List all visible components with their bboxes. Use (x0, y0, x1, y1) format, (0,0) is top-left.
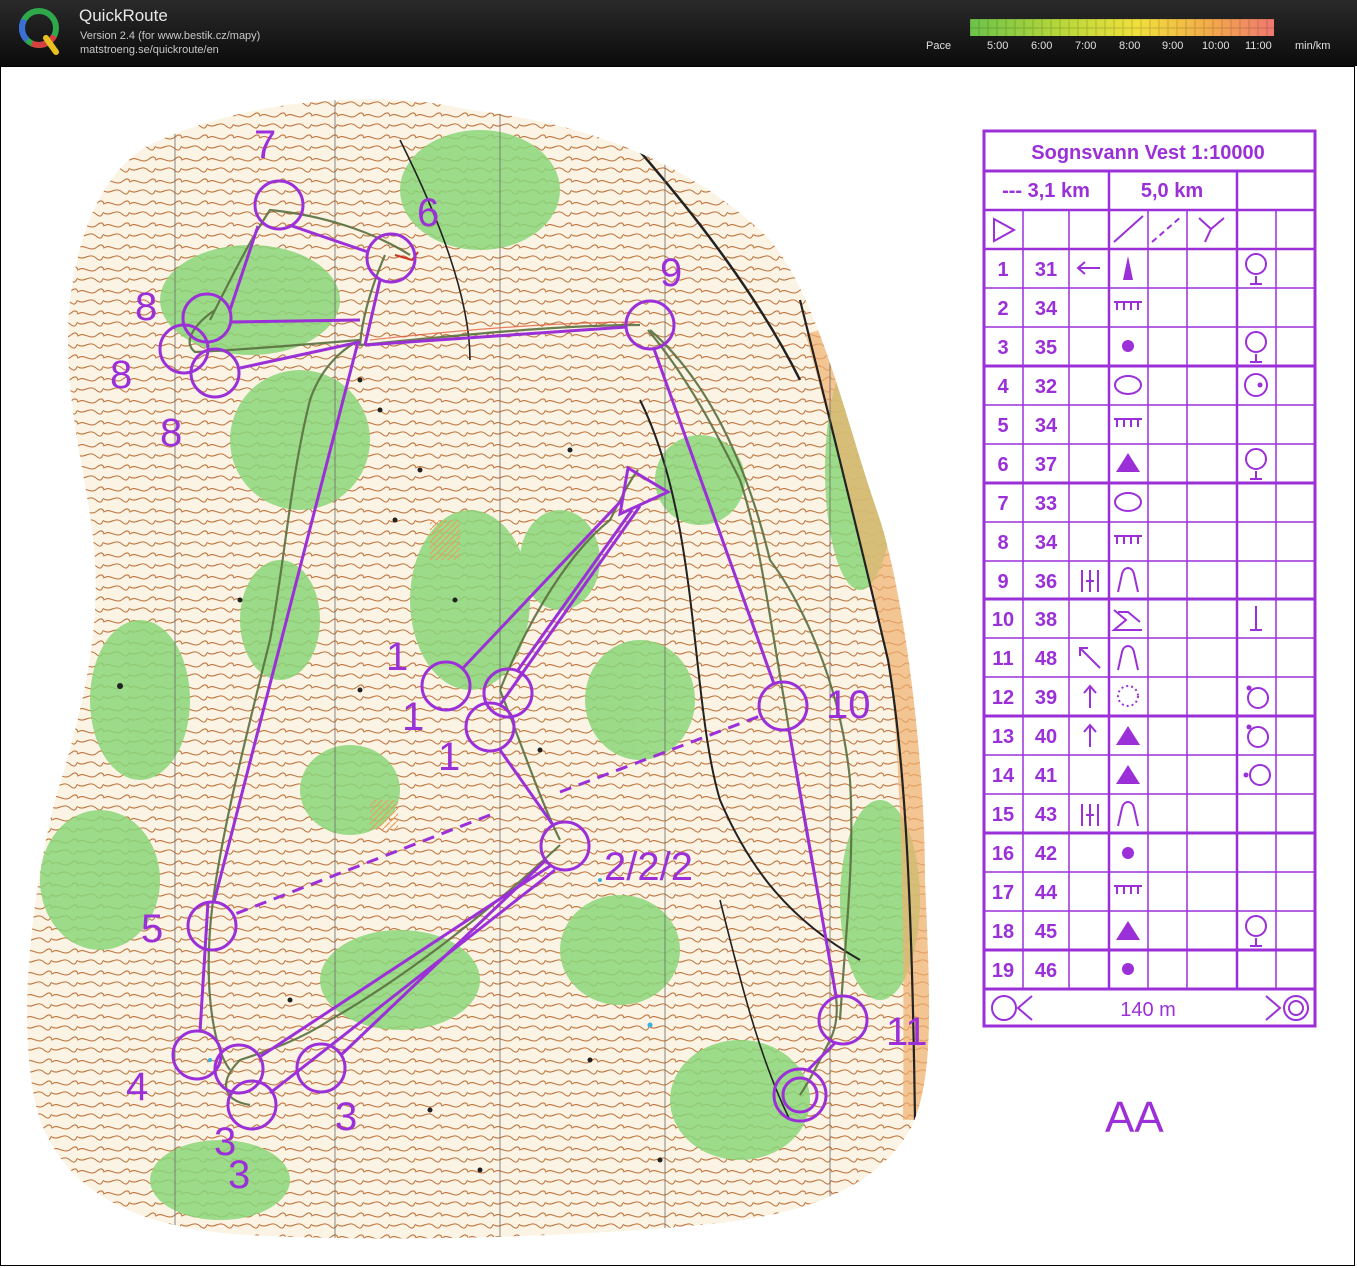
control-label: 4 (126, 1065, 148, 1109)
control-label: 1 (386, 635, 408, 679)
control-label: 8 (110, 353, 132, 397)
control-label: 8 (135, 285, 157, 329)
control-label: 1 (402, 695, 424, 739)
pace-tick: 9:00 (1162, 40, 1184, 52)
pace-tick: 11:00 (1245, 40, 1272, 52)
control-label: 5 (141, 907, 163, 951)
control-label: 11 (886, 1010, 928, 1054)
map-terrain (27, 99, 930, 1239)
app-header: QuickRoute Version 2.4 (for www.bestik.c… (0, 0, 1357, 66)
control-label: 8 (160, 411, 182, 455)
pace-unit: min/km (1295, 40, 1331, 52)
quickroute-logo-icon (19, 8, 59, 55)
control-label: 6 (417, 191, 439, 235)
app-title: QuickRoute (79, 6, 168, 25)
orienteering-map[interactable]: 7 6 8 8 8 9 1 1 1 10 2/2/2 5 4 3 3 3 11 … (0, 66, 1357, 1268)
pace-tick: 5:00 (987, 40, 1009, 52)
app-url: matstroeng.se/quickroute/en (80, 44, 219, 56)
pace-tick: 10:00 (1202, 40, 1230, 52)
control-label: 2/2/2 (604, 845, 693, 889)
pace-tick: 7:00 (1075, 40, 1097, 52)
class-label: AA (1105, 1093, 1164, 1142)
control-label: 10 (826, 683, 871, 727)
pace-color-bar (970, 19, 1274, 36)
control-label: 7 (254, 123, 276, 167)
app-version: Version 2.4 (for www.bestik.cz/mapy) (80, 30, 261, 42)
pace-tick: 6:00 (1031, 40, 1053, 52)
control-label: 9 (660, 251, 682, 295)
pace-tick: 8:00 (1119, 40, 1141, 52)
pace-label: Pace (926, 40, 952, 52)
control-label: 3 (228, 1153, 250, 1197)
control-label: 1 (438, 735, 460, 779)
control-label: 3 (335, 1095, 357, 1139)
